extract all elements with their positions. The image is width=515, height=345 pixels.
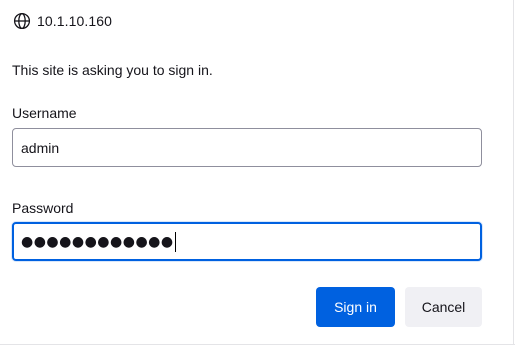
username-field[interactable]: admin	[12, 128, 482, 167]
auth-message: This site is asking you to sign in.	[12, 62, 213, 78]
password-label: Password	[12, 200, 74, 216]
dialog-header: 10.1.10.160	[13, 12, 112, 30]
sign-in-button[interactable]: Sign in	[316, 287, 395, 327]
dialog-edge-right	[513, 0, 514, 345]
cancel-button[interactable]: Cancel	[405, 287, 482, 327]
username-value: admin	[21, 139, 60, 156]
text-caret	[174, 231, 176, 252]
globe-icon	[13, 12, 31, 30]
site-host: 10.1.10.160	[37, 13, 113, 29]
password-field[interactable]: ●●●●●●●●●●●●	[12, 222, 482, 261]
password-masked-value: ●●●●●●●●●●●●	[21, 233, 174, 250]
username-label: Username	[12, 105, 77, 121]
auth-dialog: 10.1.10.160 This site is asking you to s…	[0, 0, 515, 345]
